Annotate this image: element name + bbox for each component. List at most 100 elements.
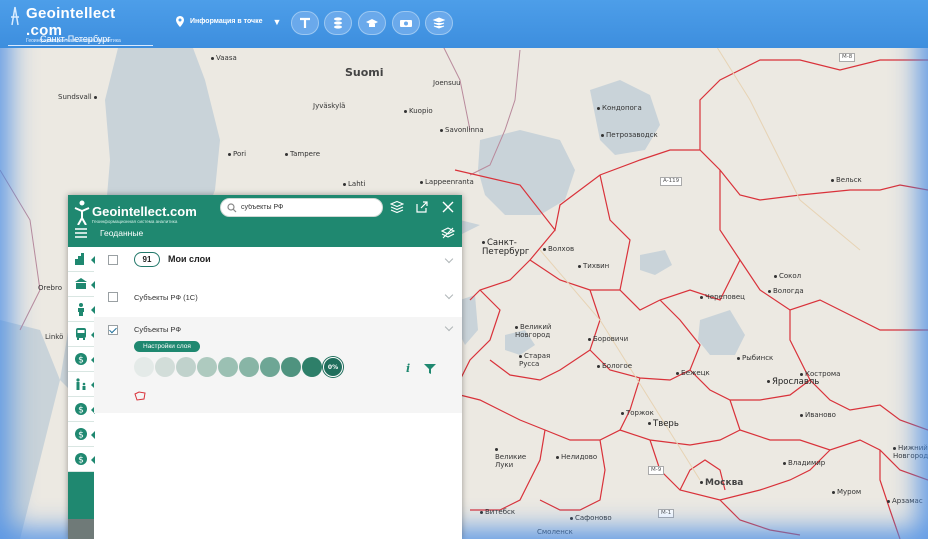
opacity-step[interactable] bbox=[176, 357, 196, 377]
lake-beloye bbox=[640, 250, 672, 275]
map-place: Кондопога bbox=[597, 104, 642, 112]
map-place: Pori bbox=[228, 150, 246, 158]
layers-icon[interactable] bbox=[390, 200, 404, 214]
share-export-icon[interactable] bbox=[415, 200, 429, 214]
map-place: Jyväskylä bbox=[313, 102, 346, 110]
rail-item-bus[interactable] bbox=[68, 322, 95, 347]
map-place: Витебск bbox=[480, 508, 515, 516]
info-point-label: Информация в точке bbox=[190, 18, 263, 25]
opacity-step[interactable] bbox=[260, 357, 280, 377]
bus-icon bbox=[76, 328, 86, 340]
map-place: Волхов bbox=[543, 245, 574, 253]
svg-text:$: $ bbox=[78, 456, 84, 466]
layer-checkbox-checked[interactable] bbox=[108, 325, 118, 335]
map-place: Муром bbox=[832, 488, 861, 496]
close-icon[interactable] bbox=[441, 200, 455, 214]
layer-search-field[interactable] bbox=[220, 198, 383, 217]
layer-search-input[interactable] bbox=[241, 204, 371, 211]
coins-stack-icon bbox=[334, 17, 342, 29]
info-point-selector[interactable]: Информация в точке ▼ bbox=[176, 16, 281, 27]
rail-item-family[interactable] bbox=[68, 372, 95, 397]
panel-logo[interactable]: Geointellect.com Геоинформационная систе… bbox=[74, 199, 214, 225]
family-icon bbox=[76, 378, 86, 390]
info-icon[interactable]: i bbox=[406, 362, 410, 375]
logo-figure-icon bbox=[74, 200, 90, 225]
svg-text:$: $ bbox=[78, 356, 84, 366]
map-place: Череповец bbox=[700, 293, 745, 301]
rail-item-dollar[interactable]: $ bbox=[68, 447, 95, 472]
lake-onega bbox=[590, 80, 660, 155]
bank-icon bbox=[75, 278, 87, 289]
my-layers-row[interactable]: 91 Мои слои bbox=[94, 247, 462, 279]
city-selector[interactable]: Санкт-Петербург bbox=[40, 34, 111, 44]
map-place: Великий Новгород bbox=[515, 323, 552, 339]
map-place: Savonlinna bbox=[440, 126, 484, 134]
legend-polygon-icon[interactable] bbox=[134, 391, 146, 401]
map-place: Orebro bbox=[38, 284, 62, 292]
rail-item-city[interactable] bbox=[68, 247, 95, 272]
chevron-down-icon[interactable] bbox=[444, 254, 454, 264]
rail-footer bbox=[68, 519, 94, 539]
search-icon bbox=[227, 202, 237, 212]
layer-checkbox[interactable] bbox=[108, 292, 118, 302]
tool-text-button[interactable] bbox=[291, 11, 319, 35]
rail-item-bank[interactable] bbox=[68, 272, 95, 297]
map-place: Торжок bbox=[621, 409, 654, 417]
rail-item-person[interactable] bbox=[68, 297, 95, 322]
rail-item-dollar[interactable]: $ bbox=[68, 347, 95, 372]
tool-education-button[interactable] bbox=[358, 11, 386, 35]
opacity-selector: 0% bbox=[134, 357, 343, 377]
road-shield: M-8 bbox=[839, 53, 856, 62]
layers-visibility-icon[interactable] bbox=[441, 226, 455, 240]
opacity-step[interactable] bbox=[155, 357, 175, 377]
rail-item-dollar[interactable]: $ bbox=[68, 397, 95, 422]
dollar-icon: $ bbox=[75, 353, 87, 366]
opacity-step[interactable] bbox=[134, 357, 154, 377]
opacity-step[interactable] bbox=[281, 357, 301, 377]
dollar-icon: $ bbox=[75, 453, 87, 466]
city-icon bbox=[75, 253, 84, 265]
opacity-step[interactable] bbox=[218, 357, 238, 377]
map-place-capital: Москва bbox=[700, 478, 743, 488]
map-place: Lahti bbox=[343, 180, 365, 188]
tool-coins-button[interactable] bbox=[324, 11, 352, 35]
map-place: Бологое bbox=[597, 362, 632, 370]
layer-label: Субъекты РФ (1С) bbox=[134, 293, 198, 302]
filter-icon[interactable] bbox=[424, 364, 436, 374]
tool-layers-button[interactable] bbox=[425, 11, 453, 35]
my-layers-label: Мои слои bbox=[168, 254, 211, 264]
country-border bbox=[0, 169, 41, 331]
layer-row[interactable]: Субъекты РФ (1С) bbox=[94, 283, 462, 317]
panel-header: Geointellect.com Геоинформационная систе… bbox=[68, 195, 462, 247]
opacity-step[interactable] bbox=[302, 357, 322, 377]
map-place: Lappeenranta bbox=[420, 178, 474, 186]
map-place: Петрозаводск bbox=[601, 131, 658, 139]
menu-icon[interactable] bbox=[75, 227, 87, 239]
chevron-up-icon[interactable] bbox=[444, 322, 454, 332]
map-place: Sundsvall bbox=[58, 93, 99, 101]
map-place: Смоленск bbox=[537, 528, 573, 536]
baltic-sea bbox=[0, 320, 60, 539]
chevron-down-icon[interactable] bbox=[444, 290, 454, 300]
rail-item-dollar[interactable]: $ bbox=[68, 422, 95, 447]
chevron-down-icon[interactable]: ▼ bbox=[273, 17, 282, 27]
opacity-step[interactable] bbox=[197, 357, 217, 377]
opacity-step[interactable] bbox=[239, 357, 259, 377]
highway bbox=[699, 19, 861, 251]
section-title: Геоданные bbox=[100, 228, 144, 238]
layer-settings-button[interactable]: Настройки слоя bbox=[134, 341, 200, 352]
map-place: Сокол bbox=[774, 272, 801, 280]
rybinsk-reservoir bbox=[698, 310, 745, 355]
layer-row-expanded[interactable]: Субъекты РФ Настройки слоя 0% i bbox=[94, 317, 462, 413]
my-layers-checkbox[interactable] bbox=[108, 255, 118, 265]
map-place: Joensuu bbox=[433, 79, 461, 87]
tool-money-button[interactable] bbox=[392, 11, 420, 35]
layers-icon bbox=[432, 17, 446, 29]
my-layers-count-badge: 91 bbox=[134, 252, 160, 267]
map-place: Kuopio bbox=[404, 107, 433, 115]
map-place: Боровичи bbox=[588, 335, 628, 343]
map-place: Бежецк bbox=[676, 369, 710, 377]
opacity-step[interactable]: 0% bbox=[323, 357, 343, 377]
map-place: Tampere bbox=[285, 150, 320, 158]
map-place: Linkö bbox=[45, 333, 64, 341]
